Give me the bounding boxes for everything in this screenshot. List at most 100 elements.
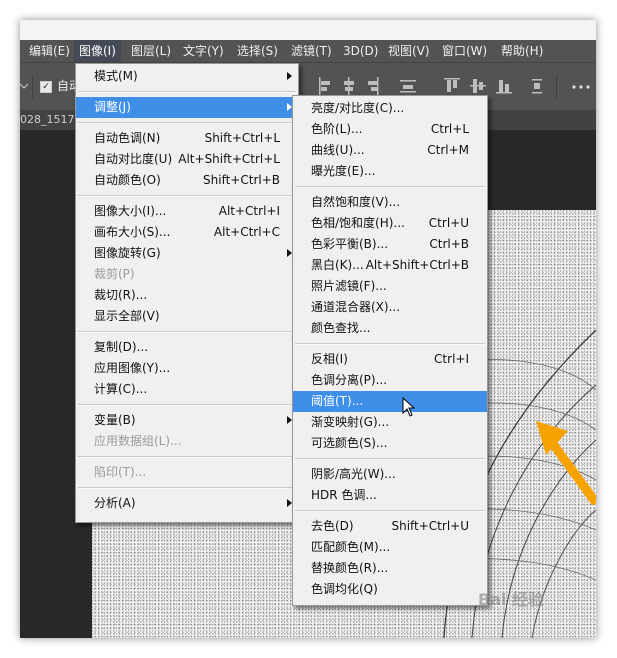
options-separator — [556, 75, 557, 99]
menu-item[interactable]: 色调分离(P)... — [293, 370, 487, 391]
menu-item[interactable]: 复制(D)... — [76, 337, 298, 358]
menu-item-label: 裁剪(P) — [94, 267, 135, 281]
menu-bar-item[interactable]: 3D(D) — [338, 40, 383, 62]
distribute-vertical-icon[interactable] — [530, 77, 544, 95]
menu-item[interactable]: 色相/饱和度(H)... Ctrl+U — [293, 213, 487, 234]
orange-arrow-annotation — [536, 421, 596, 505]
menu-item[interactable]: 自然饱和度(V)... — [293, 192, 487, 213]
menu-item[interactable]: HDR 色调... — [293, 485, 487, 506]
menu-item[interactable]: 裁切(R)... — [76, 285, 298, 306]
menu-item-label: 自然饱和度(V)... — [311, 195, 401, 209]
options-separator — [32, 75, 33, 99]
menu-item[interactable]: 色彩平衡(B)... Ctrl+B — [293, 234, 487, 255]
menu-item-label: 颜色查找... — [311, 321, 371, 335]
align-bottom-icon[interactable] — [496, 77, 512, 95]
menu-item-label: 应用数据组(L)... — [94, 434, 182, 448]
menu-item[interactable]: 自动对比度(U) Alt+Shift+Ctrl+L — [76, 149, 298, 170]
menu-item: 裁剪(P) — [76, 264, 298, 285]
menu-item-shortcut: Ctrl+U — [428, 216, 469, 230]
menu-bar-item[interactable]: 帮助(H) — [496, 40, 548, 62]
menu-item-label: 曝光度(E)... — [311, 164, 376, 178]
menu-bar-item[interactable]: 选择(S) — [232, 40, 283, 62]
menu-item[interactable]: 自动颜色(O) Shift+Ctrl+B — [76, 170, 298, 191]
more-options-icon[interactable] — [572, 85, 590, 89]
align-top-icon[interactable] — [444, 77, 460, 95]
menu-item[interactable]: 渐变映射(G)... — [293, 412, 487, 433]
menu-item-shortcut: Shift+Ctrl+B — [203, 173, 280, 187]
menu-item-shortcut: Alt+Ctrl+C — [213, 225, 280, 239]
menu-item-label: 调整(J) — [94, 100, 131, 114]
menu-item[interactable]: 调整(J) — [76, 97, 298, 118]
menu-bar-item[interactable]: 滤镜(T) — [286, 40, 337, 62]
menu-bar-item[interactable]: 视图(V) — [383, 40, 435, 62]
menu-item-label: 陷印(T)... — [94, 465, 147, 479]
menu-item[interactable]: 亮度/对比度(C)... — [293, 98, 487, 119]
menu-item[interactable]: 通道混合器(X)... — [293, 297, 487, 318]
menu-item[interactable]: 色阶(L)... Ctrl+L — [293, 119, 487, 140]
menu-separator — [78, 456, 296, 458]
menu-item-label: 渐变映射(G)... — [311, 415, 390, 429]
menu-separator — [295, 458, 485, 460]
menu-item-label: 自动对比度(U) — [94, 152, 173, 166]
menu-item[interactable]: 变量(B) — [76, 410, 298, 431]
menu-item[interactable]: 分析(A) — [76, 493, 298, 514]
menu-separator — [295, 343, 485, 345]
menu-item-label: 去色(D) — [311, 519, 354, 533]
align-horizontal-center-icon[interactable] — [342, 77, 356, 95]
menu-item[interactable]: 自动色调(N) Shift+Ctrl+L — [76, 128, 298, 149]
menu-item[interactable]: 照片滤镜(F)... — [293, 276, 487, 297]
menu-item-label: 计算(C)... — [94, 382, 148, 396]
menu-bar-item[interactable]: 窗口(W) — [437, 40, 492, 62]
menu-item-label: 模式(M) — [94, 69, 138, 83]
menu-item[interactable]: 曝光度(E)... — [293, 161, 487, 182]
menu-item[interactable]: 显示全部(V) — [76, 306, 298, 327]
menu-item[interactable]: 阈值(T)... — [293, 391, 487, 412]
menu-item-label: 图像大小(I)... — [94, 204, 167, 218]
menu-bar-item[interactable]: 文字(Y) — [178, 40, 229, 62]
menu-item[interactable]: 颜色查找... — [293, 318, 487, 339]
menu-item-label: 替换颜色(R)... — [311, 561, 389, 575]
menu-item-label: 亮度/对比度(C)... — [311, 101, 405, 115]
menu-bar: 编辑(E) 图像(I) 图层(L) 文字(Y) 选择(S) 滤镜(T) 3D(D) 视图(V)… — [20, 40, 596, 62]
menu-item[interactable]: 色调均化(Q) — [293, 579, 487, 600]
menu-bar-item[interactable]: 编辑(E) — [24, 40, 75, 62]
auto-select-checkbox[interactable]: ✓ — [40, 81, 52, 93]
menu-bar-item[interactable]: 图层(L) — [126, 40, 176, 62]
menu-item-shortcut: Ctrl+L — [430, 122, 469, 136]
menu-item[interactable]: 可选颜色(S)... — [293, 433, 487, 454]
menu-item[interactable]: 图像大小(I)... Alt+Ctrl+I — [76, 201, 298, 222]
document-tab[interactable]: 028_15174 — [20, 110, 82, 130]
menu-item[interactable]: 画布大小(S)... Alt+Ctrl+C — [76, 222, 298, 243]
menu-item[interactable]: 替换颜色(R)... — [293, 558, 487, 579]
menu-item-shortcut: Ctrl+B — [429, 237, 469, 251]
menu-separator — [78, 404, 296, 406]
menu-item-label: 阴影/高光(W)... — [311, 467, 396, 481]
menu-item[interactable]: 应用图像(Y)... — [76, 358, 298, 379]
menu-item[interactable]: 匹配颜色(M)... — [293, 537, 487, 558]
menu-bar-item[interactable]: 图像(I) — [74, 40, 121, 62]
tool-dropdown-icon[interactable] — [20, 81, 28, 91]
menu-item-label: 通道混合器(X)... — [311, 300, 401, 314]
align-right-icon[interactable] — [366, 77, 380, 95]
menu-item[interactable]: 曲线(U)... Ctrl+M — [293, 140, 487, 161]
menu-item[interactable]: 计算(C)... — [76, 379, 298, 400]
menu-item[interactable]: 去色(D) Shift+Ctrl+U — [293, 516, 487, 537]
menu-item-label: 色调分离(P)... — [311, 373, 388, 387]
menu-item-label: 色调均化(Q) — [311, 582, 378, 596]
menu-item-label: 照片滤镜(F)... — [311, 279, 387, 293]
menu-item-label: 裁切(R)... — [94, 288, 148, 302]
align-vertical-center-icon[interactable] — [470, 77, 486, 95]
menu-item-label: 黑白(K)... — [311, 258, 364, 272]
menu-item[interactable]: 图像旋转(G) — [76, 243, 298, 264]
menu-item-shortcut: Shift+Ctrl+L — [204, 131, 280, 145]
distribute-icon[interactable] — [400, 77, 416, 95]
align-left-icon[interactable] — [318, 77, 332, 95]
menu-item[interactable]: 阴影/高光(W)... — [293, 464, 487, 485]
window-top-edge — [20, 20, 596, 40]
menu-item-label: 分析(A) — [94, 496, 136, 510]
menu-item[interactable]: 反相(I) Ctrl+I — [293, 349, 487, 370]
menu-item[interactable]: 黑白(K)... Alt+Shift+Ctrl+B — [293, 255, 487, 276]
menu-item: 应用数据组(L)... — [76, 431, 298, 452]
menu-item[interactable]: 模式(M) — [76, 66, 298, 87]
menu-separator — [78, 91, 296, 93]
